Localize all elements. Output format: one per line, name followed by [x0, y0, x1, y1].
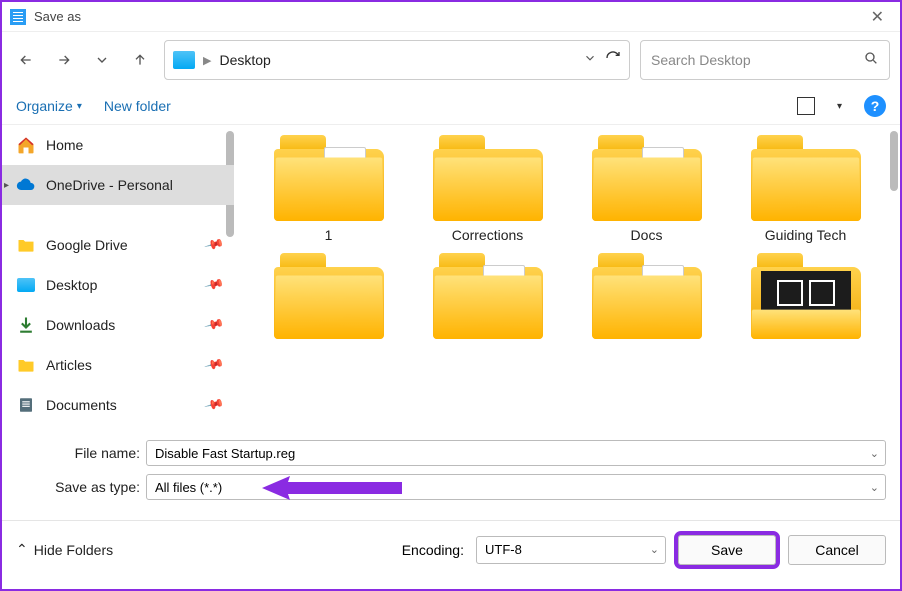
tile-label: Corrections: [452, 227, 524, 243]
tile-label: Docs: [631, 227, 663, 243]
download-icon: [16, 315, 36, 335]
search-box[interactable]: [640, 40, 890, 80]
forward-button[interactable]: [50, 46, 78, 74]
address-bar[interactable]: ▶ Desktop: [164, 40, 630, 80]
pin-icon: 📌: [203, 314, 225, 336]
close-icon[interactable]: ✕: [863, 7, 892, 27]
folder-tile[interactable]: Docs: [572, 135, 721, 243]
chevron-down-icon[interactable]: ⌄: [870, 481, 879, 494]
location-icon: [173, 51, 195, 69]
chevron-down-icon[interactable]: ⌄: [650, 543, 659, 556]
desktop-icon: [16, 275, 36, 295]
sidebar-item-downloads[interactable]: Downloads 📌: [2, 305, 234, 345]
search-input[interactable]: [651, 52, 863, 68]
filename-value: Disable Fast Startup.reg: [155, 446, 295, 461]
sidebar-item-onedrive[interactable]: ▸ OneDrive - Personal: [2, 165, 234, 205]
search-icon[interactable]: [863, 50, 879, 71]
home-icon: [16, 135, 36, 155]
saveastype-label: Save as type:: [16, 479, 140, 495]
sidebar-item-home[interactable]: Home: [2, 125, 234, 165]
folder-tile[interactable]: [572, 253, 721, 339]
footer: ⌃ Hide Folders Encoding: UTF-8 ⌄ Save Ca…: [2, 520, 900, 578]
refresh-icon[interactable]: [605, 50, 621, 71]
sidebar-item-label: Google Drive: [46, 237, 128, 253]
pin-icon: 📌: [203, 274, 225, 296]
folder-tile[interactable]: Guiding Tech: [731, 135, 880, 243]
tile-label: 1: [325, 227, 333, 243]
folder-icon: [16, 235, 36, 255]
breadcrumb-location[interactable]: Desktop: [219, 52, 270, 68]
address-dropdown-icon[interactable]: [583, 51, 597, 70]
annotation-arrow-icon: [262, 476, 402, 500]
saveastype-row: Save as type: All files (*.*) ⌄: [2, 470, 900, 504]
sidebar-item-documents[interactable]: Documents 📌: [2, 385, 234, 425]
back-button[interactable]: [12, 46, 40, 74]
folder-icon: [16, 355, 36, 375]
sidebar-item-label: Downloads: [46, 317, 115, 333]
sidebar-item-articles[interactable]: Articles 📌: [2, 345, 234, 385]
organize-menu[interactable]: Organize▾: [16, 98, 82, 114]
filename-label: File name:: [16, 445, 140, 461]
content-scrollbar[interactable]: [890, 131, 898, 191]
sidebar-item-label: Documents: [46, 397, 117, 413]
file-grid: 1 Corrections Docs Guiding Tech: [234, 125, 900, 436]
help-icon[interactable]: ?: [864, 95, 886, 117]
pin-icon: 📌: [203, 354, 225, 376]
tile-label: Guiding Tech: [765, 227, 846, 243]
encoding-label: Encoding:: [402, 542, 464, 558]
filename-row: File name: Disable Fast Startup.reg ⌄: [2, 436, 900, 470]
folder-tile[interactable]: [254, 253, 403, 339]
view-options-button[interactable]: [797, 97, 815, 115]
up-button[interactable]: [126, 46, 154, 74]
titlebar: Save as ✕: [2, 2, 900, 32]
toolbar: Organize▾ New folder ▾ ?: [2, 88, 900, 124]
recent-dropdown-icon[interactable]: [88, 46, 116, 74]
sidebar-item-google-drive[interactable]: Google Drive 📌: [2, 225, 234, 265]
sidebar: Home ▸ OneDrive - Personal Google Drive …: [2, 125, 234, 436]
folder-tile[interactable]: [731, 253, 880, 339]
cloud-icon: [16, 175, 36, 195]
view-dropdown-icon[interactable]: ▾: [837, 101, 842, 112]
folder-tile[interactable]: [413, 253, 562, 339]
cancel-button[interactable]: Cancel: [788, 535, 886, 565]
chevron-right-icon: ▶: [203, 54, 211, 67]
chevron-down-icon[interactable]: ⌄: [870, 447, 879, 460]
saveastype-value: All files (*.*): [155, 480, 222, 495]
chevron-up-icon: ⌃: [16, 541, 28, 558]
encoding-select[interactable]: UTF-8 ⌄: [476, 536, 666, 564]
sidebar-item-label: Home: [46, 137, 83, 153]
folder-tile[interactable]: Corrections: [413, 135, 562, 243]
saveastype-field[interactable]: All files (*.*) ⌄: [146, 474, 886, 500]
sidebar-item-label: OneDrive - Personal: [46, 177, 173, 193]
app-icon: [10, 9, 26, 25]
filename-field[interactable]: Disable Fast Startup.reg ⌄: [146, 440, 886, 466]
pin-icon: 📌: [203, 234, 225, 256]
save-button[interactable]: Save: [678, 535, 776, 565]
document-icon: [16, 395, 36, 415]
pin-icon: 📌: [203, 394, 225, 416]
nav-row: ▶ Desktop: [2, 32, 900, 88]
chevron-right-icon[interactable]: ▸: [4, 180, 9, 191]
sidebar-item-desktop[interactable]: Desktop 📌: [2, 265, 234, 305]
sidebar-item-label: Articles: [46, 357, 92, 373]
sidebar-item-label: Desktop: [46, 277, 97, 293]
window-title: Save as: [34, 9, 81, 24]
hide-folders-toggle[interactable]: ⌃ Hide Folders: [16, 541, 113, 558]
new-folder-button[interactable]: New folder: [104, 98, 171, 114]
encoding-value: UTF-8: [485, 542, 522, 557]
folder-tile[interactable]: 1: [254, 135, 403, 243]
